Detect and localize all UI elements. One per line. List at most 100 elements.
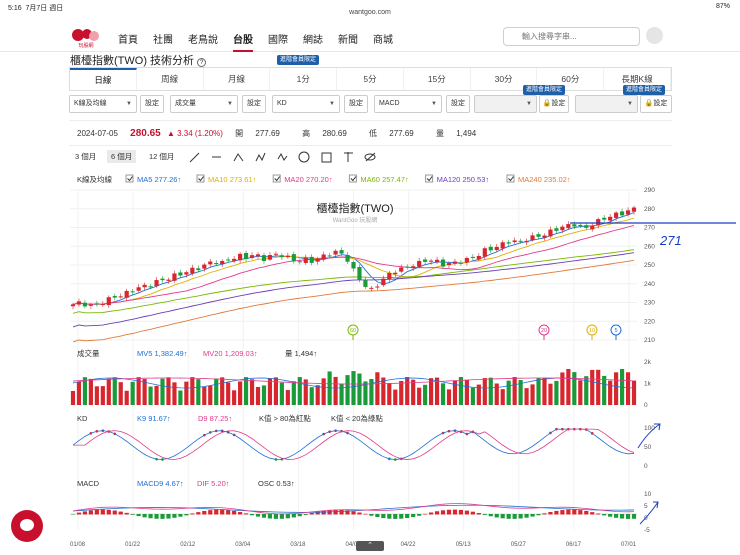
kd-panel: KD K9 91.67↑ D9 87.25↑ K值 > 80為紅點 K值 < 20為綠點… [72,413,661,470]
volume-bar [297,377,302,405]
macd-value: MACD9 4.67↑ [137,479,184,488]
fib-tool-icon-hit[interactable] [340,152,354,164]
price-tick-6: 230 [644,300,655,307]
osc-bar [470,511,475,515]
kd-d-value: D9 87.25↑ [198,414,232,423]
volume-bar [100,386,105,405]
osc-bar [267,514,273,519]
osc-bar [560,510,565,515]
osc-bar [285,514,290,519]
osc-bar [608,514,613,517]
rect-tool-icon[interactable] [318,152,332,164]
osc-bar [238,512,243,515]
osc-bar [249,514,255,516]
wedge-tool-icon[interactable] [230,152,244,164]
volume-bar [494,383,499,405]
osc-bar [411,514,416,518]
volume-panel: 成交量 MV5 1,382.49↑ MV20 1,209.03↑ 量 1,494↑ 2k… [70,348,652,409]
volume-bar [94,386,99,405]
volume-bar [572,372,577,405]
candle-body [506,242,511,244]
volume-bar [208,385,213,405]
osc-bar [393,514,398,519]
hide-tool-icon[interactable] [362,152,376,164]
ma-legend-item-3: MA60 257.47↑ [360,175,408,184]
candle-body [619,211,625,216]
volume-bar [417,387,422,405]
osc-bar [82,511,88,515]
volume-bar [339,383,344,405]
osc-bar [530,514,535,517]
osc-bar [584,510,589,515]
candle-body [434,259,440,263]
candle-body [369,287,374,289]
hline-tool-icon-hit[interactable] [208,152,222,164]
volume-bar [178,390,183,405]
candle-body [554,228,559,231]
osc-bar [130,514,135,515]
osc-bar [387,514,392,519]
osc-bar [243,513,249,515]
osc-bar [160,514,165,519]
pattern-tool-icon[interactable] [274,152,288,164]
candle-body [590,225,595,230]
wave-tool-icon-hit[interactable] [252,152,266,164]
scroll-top-button[interactable]: ⌃ [356,541,384,551]
volume-bar [321,378,326,405]
osc-bar [596,513,601,515]
osc-bar [423,513,428,515]
x-tick-8: 05/27 [511,542,527,548]
circle-tool-icon[interactable] [296,151,310,164]
osc-bar [363,513,368,515]
ma-legend-item-4: MA120 250.53↑ [437,175,490,184]
x-tick-4: 03/18 [290,542,306,548]
candle-body [530,235,535,241]
osc-bar [590,512,595,515]
volume-bar [506,380,511,405]
candle-body [148,286,153,288]
candle-body [417,260,422,267]
candle-body [482,248,487,257]
osc-bar [106,509,111,515]
ma-marker-label-2: 10 [589,328,595,334]
hline-tool-icon[interactable] [208,152,222,164]
wave-tool-icon[interactable] [252,152,266,164]
candle-body [405,266,410,268]
osc-bar [178,514,183,517]
candle-body [112,296,117,298]
osc-bar [434,511,440,515]
osc-bar [297,514,302,517]
candle-body [118,296,123,298]
osc-bar [88,510,93,515]
candle-body [327,255,332,257]
osc-bar [518,514,523,519]
line-tool-icon[interactable] [186,152,200,164]
osc-bar [94,509,99,515]
macd-tick-1: 5 [644,503,648,510]
candle-body [375,286,380,288]
osc-bar [488,514,493,517]
osc-bar [166,514,171,519]
volume-bar [166,377,171,405]
osc-bar [476,512,481,515]
osc-bar [303,514,308,515]
volume-bar [82,377,88,405]
volume-bar [470,387,475,405]
candle-body [142,284,147,288]
wedge-tool-icon-hit[interactable] [230,152,244,164]
volume-bar [387,383,392,405]
candle-body [458,262,464,264]
fib-tool-icon[interactable] [340,152,354,164]
volume-bar [261,385,267,405]
candle-body [333,250,338,255]
volume-bar [602,375,607,405]
volume-bar [530,384,535,405]
candle-body [184,272,189,275]
volume-bar [440,383,446,405]
candle-body [411,266,416,269]
volume-bar [291,381,296,405]
volume-bar [631,380,637,405]
candle-body [208,261,213,265]
candle-body [631,207,637,212]
chat-button[interactable] [11,510,43,542]
